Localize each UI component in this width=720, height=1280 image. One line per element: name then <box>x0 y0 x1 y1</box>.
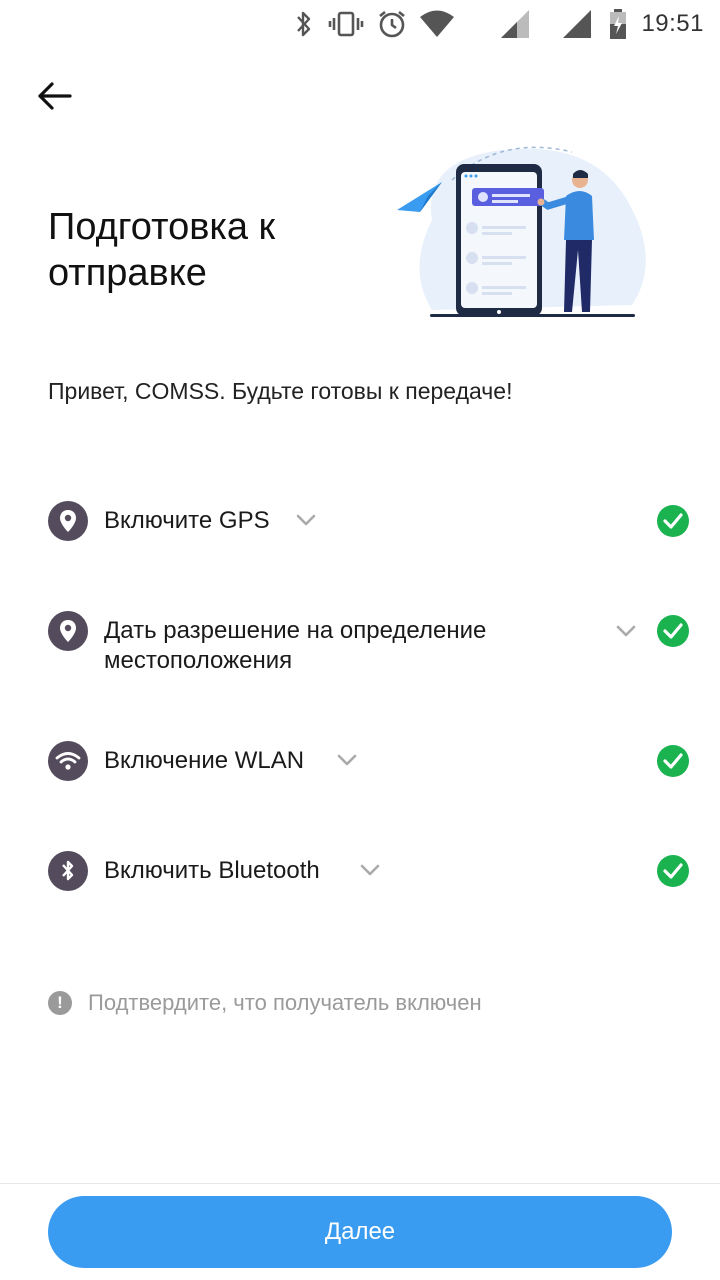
checklist-item-bluetooth[interactable]: Включить Bluetooth <box>0 831 720 911</box>
arrow-left-icon <box>38 82 72 110</box>
status-time: 19:51 <box>641 10 704 37</box>
signal-icon <box>560 8 594 40</box>
bluetooth-status-icon <box>290 8 318 40</box>
chevron-down-icon[interactable] <box>358 858 382 882</box>
check-icon <box>657 745 689 777</box>
checklist-item-gps[interactable]: Включите GPS <box>0 481 720 561</box>
location-pin-icon <box>48 611 88 651</box>
checklist-item-label: Включение WLAN <box>104 747 305 774</box>
check-icon <box>657 855 689 887</box>
vibrate-icon <box>326 8 366 40</box>
divider <box>0 1183 720 1184</box>
back-button[interactable] <box>30 72 78 120</box>
wifi-status-icon <box>418 8 456 40</box>
receiver-note: ! Подтвердите, что получатель включен <box>48 990 482 1016</box>
checklist-item-label: Дать разрешение на определение местополо… <box>104 617 487 674</box>
status-bar: 19:51 <box>0 0 720 50</box>
checklist-item-wlan[interactable]: Включение WLAN <box>0 721 720 801</box>
chevron-down-icon[interactable] <box>614 619 638 643</box>
note-text: Подтвердите, что получатель включен <box>88 990 482 1015</box>
chevron-down-icon[interactable] <box>294 508 318 532</box>
exclamation-icon: ! <box>48 991 72 1015</box>
bluetooth-icon <box>48 851 88 891</box>
checklist-item-label: Включите GPS <box>104 507 270 534</box>
page-title: Подготовка к отправке <box>48 206 276 294</box>
signal-icon <box>498 8 532 40</box>
chevron-down-icon[interactable] <box>335 748 359 772</box>
transfer-illustration <box>392 140 652 325</box>
wifi-icon <box>48 741 88 781</box>
check-icon <box>657 615 689 647</box>
next-button[interactable]: Далее <box>48 1196 672 1268</box>
check-icon <box>657 505 689 537</box>
checklist-item-location-permission[interactable]: Дать разрешение на определение местополо… <box>0 591 720 691</box>
alarm-icon <box>376 8 408 40</box>
location-pin-icon <box>48 501 88 541</box>
screen: 19:51 Подготовка к отправке Привет, COMS… <box>0 0 720 1280</box>
battery-icon <box>606 8 630 40</box>
checklist-item-label: Включить Bluetooth <box>104 857 320 884</box>
greeting-text: Привет, COMSS. Будьте готовы к передаче! <box>48 378 513 404</box>
